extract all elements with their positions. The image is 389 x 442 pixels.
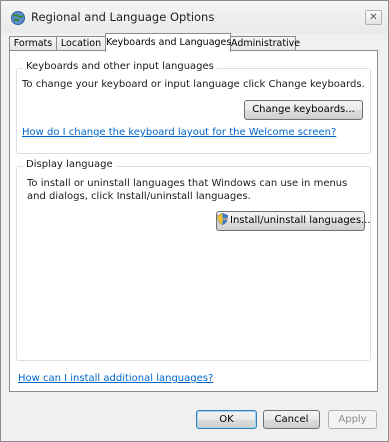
ok-button[interactable]: OK <box>196 410 257 429</box>
window-title: Regional and Language Options <box>31 10 215 24</box>
title-bar[interactable]: Regional and Language Options ✕ <box>1 1 388 33</box>
keyboards-group: Keyboards and other input languages To c… <box>16 61 371 154</box>
tab-panel: Keyboards and other input languages To c… <box>9 50 378 392</box>
welcome-screen-layout-link[interactable]: How do I change the keyboard layout for … <box>22 127 336 138</box>
change-keyboards-button[interactable]: Change keyboards... <box>244 100 363 120</box>
apply-button[interactable]: Apply <box>328 410 377 429</box>
install-additional-languages-link[interactable]: How can I install additional languages? <box>18 373 213 384</box>
close-button[interactable]: ✕ <box>365 10 382 25</box>
tab-formats[interactable]: Formats <box>9 36 57 51</box>
tab-administrative[interactable]: Administrative <box>230 36 300 51</box>
globe-icon <box>11 11 25 25</box>
dialog-window: Regional and Language Options ✕ Formats … <box>0 0 389 442</box>
install-uninstall-languages-label: Install/uninstall languages... <box>230 215 371 226</box>
display-language-group: Display language To install or uninstall… <box>16 159 371 361</box>
tab-location[interactable]: Location <box>56 36 106 51</box>
uac-shield-icon <box>217 213 228 225</box>
keyboards-group-legend: Keyboards and other input languages <box>23 61 217 72</box>
install-uninstall-languages-button[interactable]: Install/uninstall languages... <box>216 211 371 231</box>
cancel-button[interactable]: Cancel <box>263 410 320 429</box>
display-language-description: To install or uninstall languages that W… <box>27 178 348 202</box>
keyboards-description: To change your keyboard or input languag… <box>22 79 365 90</box>
display-language-legend: Display language <box>23 159 116 170</box>
tab-keyboards-and-languages[interactable]: Keyboards and Languages <box>105 33 231 52</box>
